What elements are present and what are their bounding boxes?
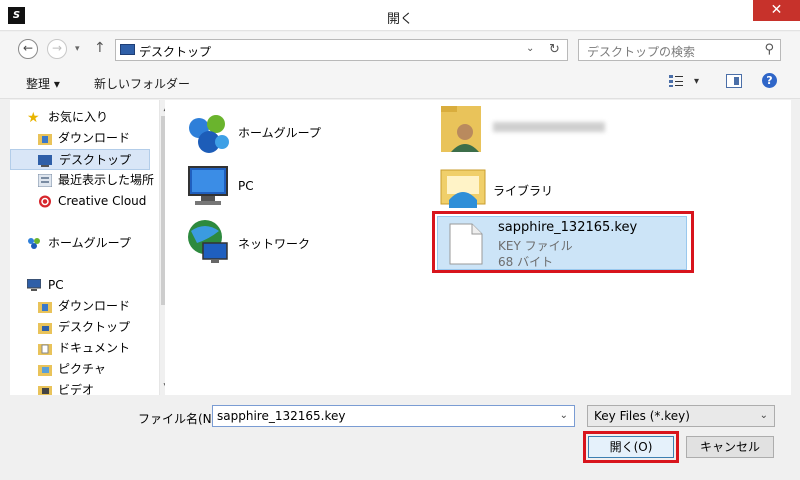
close-button[interactable]: ✕ [753,0,800,21]
nav-label: ダウンロード [58,299,131,313]
filename-input[interactable]: sapphire_132165.key ⌄ [212,405,575,427]
address-path: デスクトップ [139,45,212,59]
filename-label: ファイル名(N): [138,412,221,426]
nav-label: デスクトップ [59,153,132,167]
address-chevron-down-icon[interactable]: ⌄ [526,43,534,54]
up-arrow-icon[interactable]: ↑ [94,40,106,56]
highlight-box-file [432,211,694,273]
nav-label: ダウンロード [58,131,131,145]
nav-label: ドキュメント [58,341,131,355]
cancel-button[interactable]: キャンセル [686,436,774,458]
nav-item-downloads[interactable]: ダウンロード [10,128,150,149]
list-item-libraries[interactable]: ライブラリ [439,162,639,212]
homegroup-icon [189,115,229,153]
change-view-icon[interactable] [668,74,684,88]
dialog-footer: ファイル名(N): sapphire_132165.key ⌄ Key File… [0,395,800,480]
nav-item-desktop[interactable]: デスクトップ [10,149,150,170]
highlight-box-open [583,431,679,463]
nav-label: Creative Cloud [58,194,147,208]
list-item-pc[interactable]: PC [185,163,335,209]
nav-item-homegroup[interactable]: ホームグループ [10,233,150,254]
list-item-network[interactable]: ネットワーク [185,217,335,267]
help-icon[interactable]: ? [762,73,777,88]
refresh-icon[interactable]: ↻ [549,42,560,57]
nav-item-pc-desktop[interactable]: デスクトップ [10,317,150,338]
nav-label: デスクトップ [58,320,131,334]
list-item-user-folder[interactable] [439,102,639,156]
title-bar: S 開く ✕ [0,0,800,31]
nav-item-pc-downloads[interactable]: ダウンロード [10,296,150,317]
documents-icon [38,344,52,355]
libraries-icon [440,169,486,208]
nav-label: PC [48,278,64,292]
item-label: ホームグループ [238,126,321,140]
nav-label: ピクチャ [58,362,106,376]
view-options-chevron-icon[interactable]: ▾ [694,76,699,87]
nav-item-favorites[interactable]: ★ お気に入り [10,107,150,128]
address-field[interactable]: デスクトップ [115,39,568,61]
desktop-folder-icon [38,323,52,334]
nav-item-pictures[interactable]: ピクチャ [10,359,150,380]
list-item-homegroup[interactable]: ホームグループ [185,112,335,158]
organize-button[interactable]: 整理 ▾ [26,75,60,92]
filter-chevron-down-icon: ⌄ [759,410,768,421]
item-label: ライブラリ [493,184,554,198]
filename-chevron-down-icon[interactable]: ⌄ [560,410,568,421]
command-bar: 整理 ▾ 新しいフォルダー ▾ ? [0,66,800,99]
nav-label: ホームグループ [48,236,131,250]
videos-icon [38,386,52,395]
file-list: ホームグループ PC ネットワーク ライブラリ sapphire_132165.… [165,100,791,395]
nav-label: ビデオ [58,383,95,395]
creative-cloud-icon [39,195,51,208]
preview-pane-icon[interactable] [726,74,742,88]
filename-value: sapphire_132165.key [217,409,346,423]
window-title: 開く [386,12,413,27]
search-icon: ⚲ [764,42,774,57]
network-icon [188,220,228,263]
user-folder-icon [441,106,481,152]
back-button[interactable]: ← [18,39,38,59]
recent-places-icon [38,174,52,187]
item-label: ネットワーク [238,237,311,251]
desktop-icon [38,155,52,167]
nav-item-recent-places[interactable]: 最近表示した場所 [10,170,154,191]
new-folder-button[interactable]: 新しいフォルダー [94,75,190,92]
download-folder-icon [38,302,52,313]
blurred-username [493,122,605,132]
pictures-icon [38,365,52,376]
navigation-pane: ★ お気に入り ダウンロード デスクトップ 最近表示した場所 Creative … [10,100,165,395]
recent-locations-chevron-icon[interactable]: ▾ [75,44,80,54]
file-type-filter-select[interactable]: Key Files (*.key) ⌄ [587,405,775,427]
item-label: PC [238,179,254,193]
search-placeholder: デスクトップの検索 [587,45,696,59]
forward-button[interactable]: → [47,39,67,59]
nav-item-pc[interactable]: PC [10,275,150,296]
homegroup-icon [28,238,40,249]
nav-item-videos[interactable]: ビデオ [10,380,150,395]
search-input[interactable]: デスクトップの検索 ⚲ [578,39,781,61]
nav-item-documents[interactable]: ドキュメント [10,338,150,359]
star-icon: ★ [27,110,40,126]
nav-label: 最近表示した場所 [58,173,155,187]
desktop-icon [120,44,135,55]
nav-item-creative-cloud[interactable]: Creative Cloud [10,191,150,212]
pc-icon [188,166,228,205]
pc-icon [27,279,41,291]
download-folder-icon [38,134,52,145]
filter-value: Key Files (*.key) [594,409,690,423]
address-bar: ← → ▾ ↑ デスクトップ ⌄ ↻ デスクトップの検索 ⚲ [0,32,800,66]
nav-label: お気に入り [48,110,109,124]
